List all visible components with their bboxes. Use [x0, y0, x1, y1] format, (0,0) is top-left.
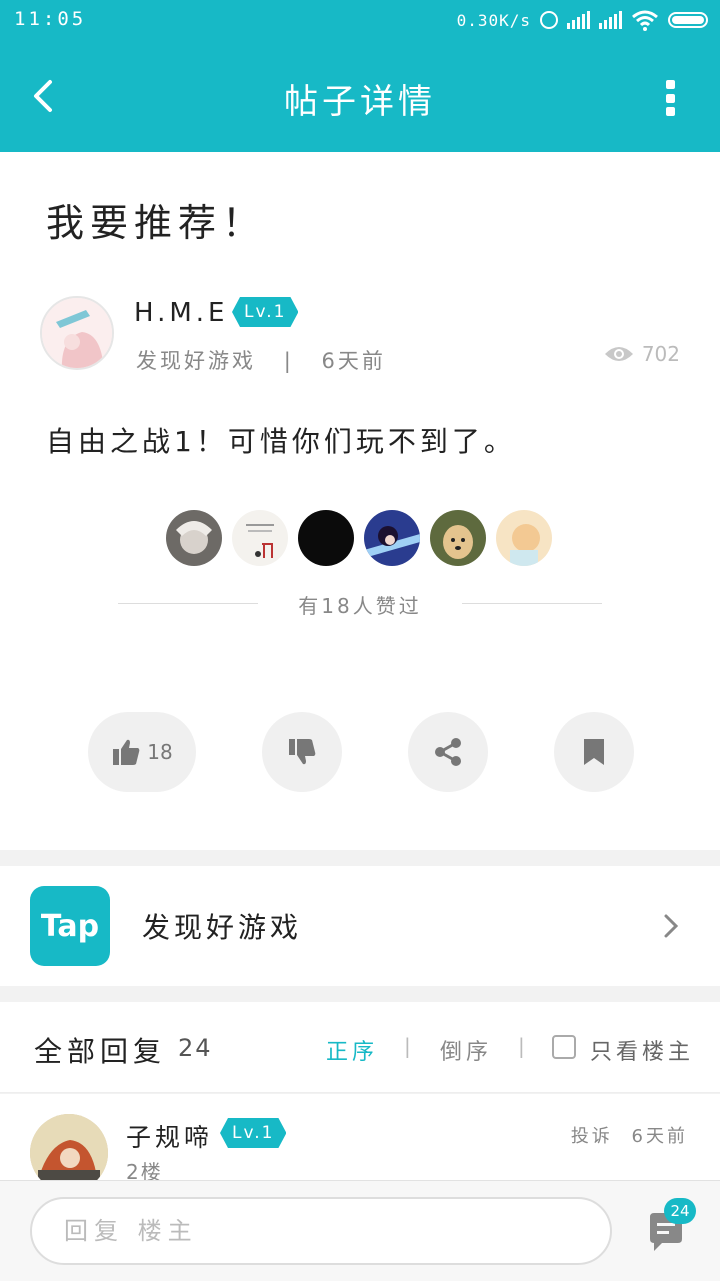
signal-icon-2 — [599, 11, 622, 29]
divider-right — [462, 603, 602, 604]
board-name: 发现好游戏 — [142, 911, 303, 944]
only-op-label[interactable]: 只看楼主 — [590, 1034, 694, 1066]
network-speed: 0.30K/s — [456, 10, 531, 30]
replies-title: 全部回复 — [34, 1035, 167, 1068]
comment-count-badge: 24 — [664, 1198, 696, 1224]
only-op-checkbox[interactable] — [552, 1035, 576, 1059]
eye-icon — [604, 347, 633, 361]
bookmark-icon — [584, 739, 604, 765]
liker-avatar[interactable] — [298, 510, 354, 566]
reply-item: 子规啼 Lv.1 2楼 投诉 6天前 — [0, 1094, 720, 1184]
battery-icon — [668, 12, 708, 28]
liker-avatar[interactable] — [232, 510, 288, 566]
view-count: 702 — [604, 342, 680, 366]
liked-count-text: 有18人赞过 — [298, 594, 422, 618]
dislike-button[interactable] — [262, 712, 342, 792]
thumbs-down-icon — [289, 739, 316, 765]
share-button[interactable] — [408, 712, 488, 792]
app-header: 帖子详情 — [0, 40, 720, 152]
meta-separator: | — [283, 349, 294, 373]
reply-input[interactable]: 回复 楼主 — [30, 1197, 612, 1265]
reply-avatar[interactable] — [30, 1114, 108, 1184]
status-bar: 11:05 0.30K/s — [0, 0, 720, 40]
wifi-icon — [632, 10, 658, 31]
reply-time: 6天前 — [631, 1126, 688, 1147]
more-vertical-icon[interactable] — [664, 80, 676, 116]
bookmark-button[interactable] — [554, 712, 634, 792]
sort-separator: | — [404, 1034, 411, 1058]
sort-separator-2: | — [518, 1034, 525, 1058]
like-count: 18 — [147, 740, 173, 764]
author-level-badge: Lv.1 — [232, 297, 298, 327]
like-button[interactable]: 18 — [88, 712, 196, 792]
post-title: 我要推荐！ — [46, 201, 267, 245]
post-content: 自由之战1！可惜你们玩不到了。 — [46, 425, 516, 458]
reply-author-name[interactable]: 子规啼 — [126, 1118, 213, 1154]
author-name[interactable]: H.M.E — [134, 298, 228, 328]
replies-header: 全部回复 24 正序 | 倒序 | 只看楼主 — [0, 1002, 720, 1093]
author-avatar[interactable] — [40, 296, 114, 370]
board-link[interactable]: Tap 发现好游戏 — [0, 866, 720, 986]
liked-summary: 有18人赞过 — [118, 588, 602, 618]
status-icons: 0.30K/s — [457, 6, 708, 34]
sort-asc-tab[interactable]: 正序 — [326, 1034, 378, 1066]
replies-count: 24 — [178, 1034, 213, 1062]
post-board[interactable]: 发现好游戏 — [136, 349, 256, 373]
liker-avatar[interactable] — [496, 510, 552, 566]
post-time: 6天前 — [321, 349, 386, 373]
liker-avatars[interactable] — [166, 510, 552, 566]
signal-icon — [567, 11, 590, 29]
liker-avatar[interactable] — [364, 510, 420, 566]
sort-desc-tab[interactable]: 倒序 — [440, 1034, 492, 1066]
chevron-right-icon — [664, 914, 679, 938]
post-card: 我要推荐！ H.M.E Lv.1 发现好游戏 | 6天前 702 自由之战1！可… — [0, 152, 720, 850]
liker-avatar[interactable] — [430, 510, 486, 566]
share-icon — [435, 738, 461, 766]
report-link[interactable]: 投诉 — [571, 1126, 613, 1147]
reply-meta: 投诉 6天前 — [571, 1122, 688, 1148]
thumbs-up-icon — [113, 739, 140, 765]
reply-level-badge: Lv.1 — [220, 1118, 286, 1148]
post-actions: 18 — [0, 712, 720, 792]
tap-logo: Tap — [30, 886, 110, 966]
status-time: 11:05 — [14, 8, 87, 30]
post-meta: 发现好游戏 | 6天前 — [136, 345, 386, 375]
alarm-icon — [540, 11, 558, 29]
liker-avatar[interactable] — [166, 510, 222, 566]
reply-bar: 回复 楼主 24 — [0, 1180, 720, 1281]
view-count-value: 702 — [641, 342, 680, 366]
page-title: 帖子详情 — [284, 82, 436, 122]
